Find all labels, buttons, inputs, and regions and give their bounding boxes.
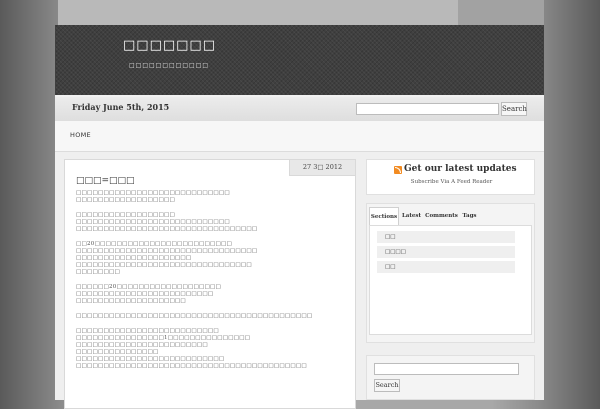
rss-title[interactable]: Get our latest updates <box>404 164 517 174</box>
post-text-line: □□□□□□□□□□□□□□□□□□□□□□□□ <box>76 342 208 348</box>
nav-bar: HOME <box>55 121 544 152</box>
post-title[interactable]: □□□=□□□ <box>76 176 135 186</box>
post-date: 27 3□ 2012 <box>289 160 355 176</box>
tabs-widget: Sections Latest Comments Tags □□ □□□□ □□ <box>366 203 535 343</box>
post-text-line: □□□□□□□□□□□□□□□□□□□□□□□□□□□□ <box>76 190 230 196</box>
post-text-line: □□□□□□□□□□□□□□□□□□ <box>76 212 175 218</box>
sidebar-search-button[interactable]: Search <box>374 379 400 392</box>
post-text-line: □□□□□□□□□□□□□□□□□□□□□ <box>76 255 192 261</box>
rss-widget: Get our latest updates Subscribe Via A F… <box>366 159 535 195</box>
category-item[interactable]: □□□□ <box>377 246 515 258</box>
rss-subtitle[interactable]: Subscribe Via A Feed Reader <box>367 179 536 185</box>
tab-panel-sections: □□ □□□□ □□ <box>369 225 532 335</box>
top-strip-right <box>458 0 544 26</box>
post-text-line: □□□□□□□□□□□□□□□□□□□□ <box>76 298 186 304</box>
site-description: □□□□□□□□□□□□ <box>129 62 210 69</box>
post-text-line: □□□□□□□□□□□□□□□□□□□□□□□□□□□□□□□□□ <box>76 226 258 232</box>
post-text-line: □□□□□□□□□□□□□□□□1□□□□□□□□□□□□□□□ <box>76 335 251 341</box>
post-text-line: □□□□□□□□□□□□□□□□□□□□□□□□□□□□□□□□ <box>76 262 252 268</box>
post-body: □□□□□□□□□□□□□□□□□□□□□□□□□□□□ □□□□□□□□□□□… <box>76 190 346 378</box>
tabs-inner: Sections Latest Comments Tags □□ □□□□ □□ <box>369 207 532 339</box>
current-date: Friday June 5th, 2015 <box>72 102 170 112</box>
page-frame: □□□□□□□ □□□□□□□□□□□□ Friday June 5th, 20… <box>55 25 544 409</box>
date-bar: Friday June 5th, 2015 Search <box>55 97 544 122</box>
header-search-input[interactable] <box>356 103 499 115</box>
post-text-line: □□□□□□20□□□□□□□□□□□□□□□□□□□ <box>76 284 222 290</box>
content-area: 27 3□ 2012 □□□=□□□ □□□□□□□□□□□□□□□□□□□□□… <box>55 152 544 409</box>
post-text-line: □□□□□□□□ <box>76 269 120 275</box>
post-paragraph: □□□□□□20□□□□□□□□□□□□□□□□□□□ □□□□□□□□□□□□… <box>76 284 346 305</box>
post-text-line: □□□□□□□□□□□□□□□□□□□□□□□□□ <box>76 291 214 297</box>
post-text-line: □□20□□□□□□□□□□□□□□□□□□□□□□□□□ <box>76 241 233 247</box>
top-strip <box>58 0 458 26</box>
post-paragraph: □□□□□□□□□□□□□□□□□□□□□□□□□□□□ □□□□□□□□□□□… <box>76 190 346 204</box>
tab-tags[interactable]: Tags <box>460 207 479 225</box>
post-paragraph: □□20□□□□□□□□□□□□□□□□□□□□□□□□□ □□□□□□□□□□… <box>76 241 346 276</box>
header-search-button[interactable]: Search <box>501 102 527 116</box>
nav-item-home[interactable]: HOME <box>70 131 91 139</box>
sidebar-search-input[interactable] <box>374 363 519 375</box>
post-text-line: □□□□□□□□□□□□□□□□□□□□□□□□□□□ <box>76 356 225 362</box>
tab-sections[interactable]: Sections <box>369 207 399 225</box>
post-text-line: □□□□□□□□□□□□□□□ <box>76 349 159 355</box>
sidebar-search-widget: Search <box>366 355 535 400</box>
post-paragraph: □□□□□□□□□□□□□□□□□□□□□□□□□□ □□□□□□□□□□□□□… <box>76 328 346 370</box>
post-paragraph: □□□□□□□□□□□□□□□□□□ □□□□□□□□□□□□□□□□□□□□□… <box>76 212 346 233</box>
site-title[interactable]: □□□□□□□ <box>123 38 216 53</box>
post-text-line: □□□□□□□□□□□□□□□□□□□□□□□□□□ <box>76 328 219 334</box>
post-text-line: □□□□□□□□□□□□□□□□□□□□□□□□□□□□□□□□□ <box>76 248 258 254</box>
post-text-line: □□□□□□□□□□□□□□□□□□□□□□□□□□□□□□□□□□□□□□□□… <box>76 313 313 319</box>
post-text-line: □□□□□□□□□□□□□□□□□□ <box>76 197 175 203</box>
post-paragraph: □□□□□□□□□□□□□□□□□□□□□□□□□□□□□□□□□□□□□□□□… <box>76 313 346 320</box>
tab-latest[interactable]: Latest <box>400 207 423 225</box>
tab-row: Sections Latest Comments Tags <box>369 207 532 225</box>
category-item[interactable]: □□ <box>377 261 515 273</box>
post-text-line: □□□□□□□□□□□□□□□□□□□□□□□□□□□□□□□□□□□□□□□□… <box>76 363 307 369</box>
post: 27 3□ 2012 □□□=□□□ □□□□□□□□□□□□□□□□□□□□□… <box>64 159 356 409</box>
rss-icon[interactable] <box>394 166 402 174</box>
tab-comments[interactable]: Comments <box>424 207 459 225</box>
category-item[interactable]: □□ <box>377 231 515 243</box>
site-header: □□□□□□□ □□□□□□□□□□□□ <box>55 25 544 95</box>
post-text-line: □□□□□□□□□□□□□□□□□□□□□□□□□□□□ <box>76 219 230 225</box>
